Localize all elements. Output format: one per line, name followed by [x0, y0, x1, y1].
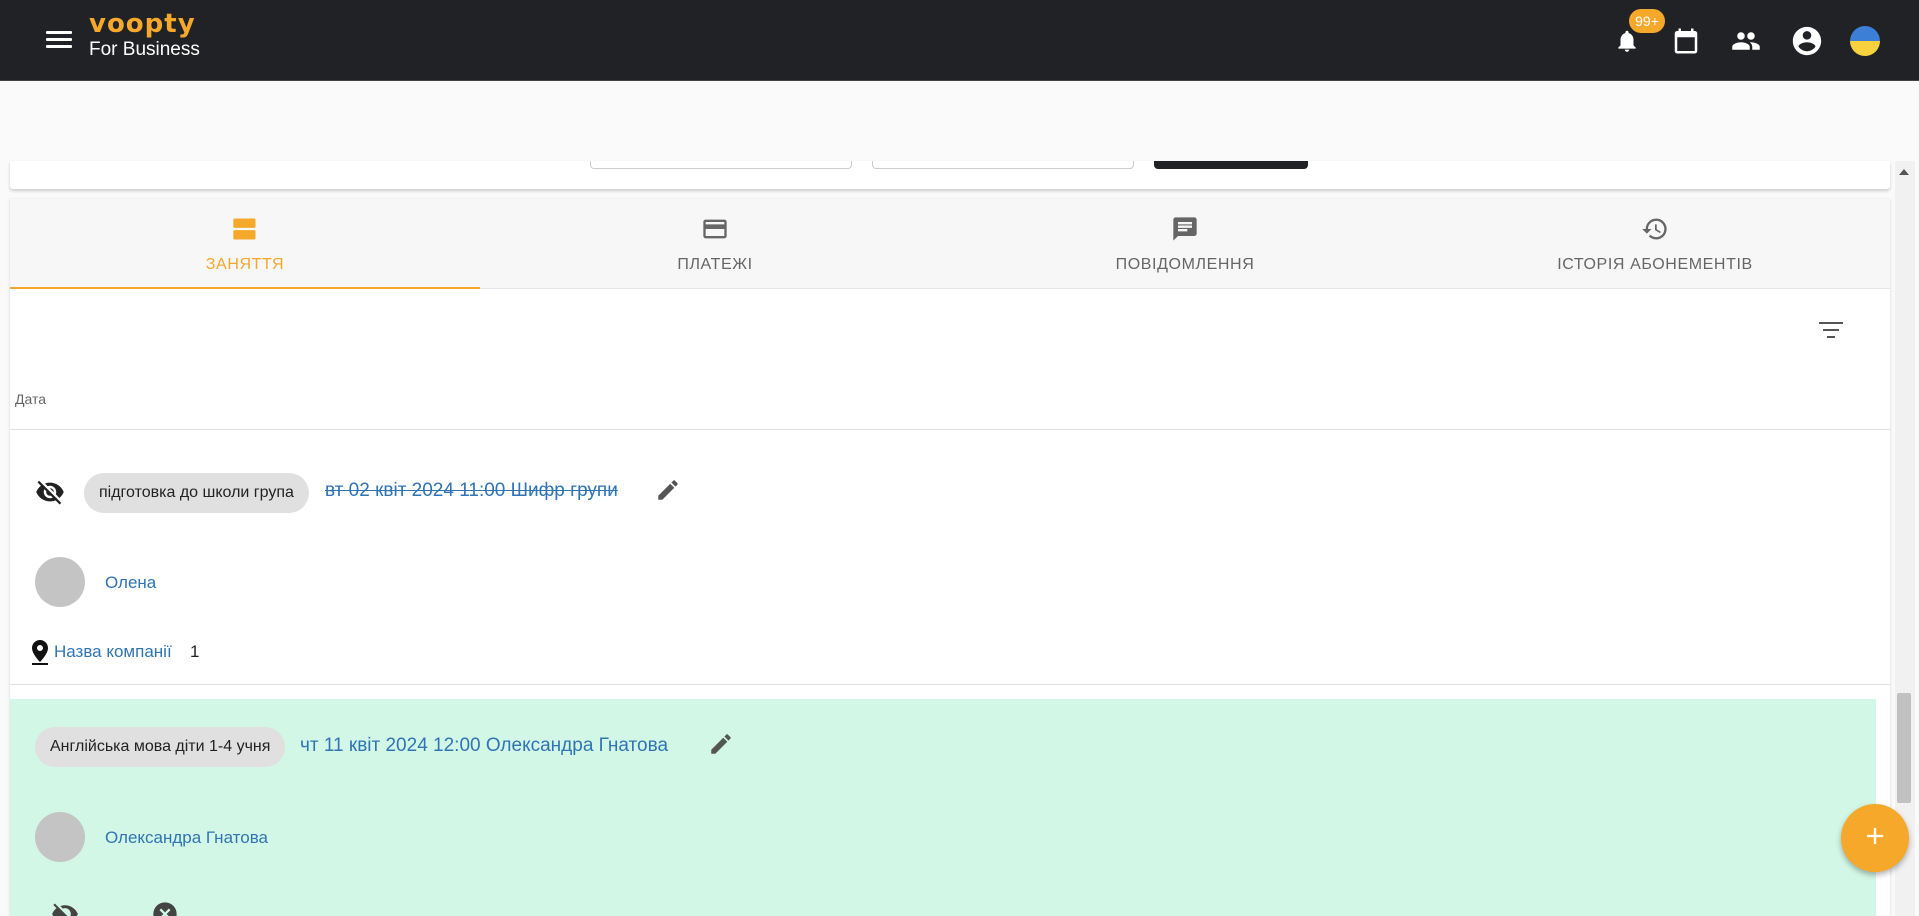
history-icon: [1641, 215, 1669, 248]
column-header-date: Дата: [15, 391, 47, 407]
group-chip[interactable]: Англійська мова діти 1-4 учня: [35, 727, 286, 767]
teacher-link[interactable]: Олена: [105, 573, 156, 593]
notification-badge: 99+: [1629, 9, 1665, 33]
tab-subscription-history[interactable]: ІСТОРІЯ АБОНЕМЕНТІВ: [1420, 199, 1890, 288]
filter-list-icon[interactable]: [1816, 318, 1846, 342]
location-pin-icon: [29, 639, 51, 665]
credit-card-icon: [701, 215, 729, 248]
brand-logo[interactable]: voopty For Business: [89, 10, 200, 62]
date-from-field[interactable]: [590, 161, 852, 169]
tab-messages[interactable]: ПОВІДОМЛЕННЯ: [950, 199, 1420, 288]
people-icon[interactable]: [1729, 24, 1763, 58]
filter-panel: [10, 161, 1890, 189]
tab-bar: ЗАНЯТТЯ ПЛАТЕЖІ ПОВІДОМЛЕННЯ ІСТОРІЯ АБО…: [10, 199, 1890, 289]
tab-lessons-label: ЗАНЯТТЯ: [205, 256, 285, 273]
avatar: [35, 557, 85, 607]
visibility-off-icon[interactable]: [33, 475, 67, 509]
participants-count: 1: [190, 642, 200, 661]
tab-lessons[interactable]: ЗАНЯТТЯ: [10, 199, 480, 289]
add-icon: [1861, 822, 1889, 855]
lesson-link[interactable]: вт 02 квіт 2024 11:00 Шифр групи: [325, 480, 618, 502]
visibility-off-icon[interactable]: [50, 899, 80, 916]
row-divider: [10, 684, 1890, 685]
add-lesson-button[interactable]: [1841, 804, 1909, 872]
tab-payments[interactable]: ПЛАТЕЖІ: [480, 199, 950, 288]
scroll-up-arrow[interactable]: [1899, 169, 1909, 175]
edit-icon[interactable]: [706, 729, 736, 759]
tab-messages-label: ПОВІДОМЛЕННЯ: [1115, 256, 1255, 273]
avatar: [35, 812, 85, 862]
account-icon[interactable]: [1790, 24, 1824, 58]
scrollbar-thumb[interactable]: [1897, 693, 1911, 803]
date-to-field[interactable]: [872, 161, 1134, 169]
tab-payments-label: ПЛАТЕЖІ: [677, 256, 753, 273]
lesson-row-highlighted: [10, 699, 1876, 916]
student-details-card: ЗАНЯТТЯ ПЛАТЕЖІ ПОВІДОМЛЕННЯ ІСТОРІЯ АБО…: [10, 199, 1890, 916]
calendar-icon[interactable]: [1669, 24, 1703, 58]
cancel-icon[interactable]: [150, 899, 180, 916]
edit-icon[interactable]: [653, 475, 683, 505]
brand-subtitle: For Business: [89, 39, 200, 60]
ukraine-flag-icon[interactable]: [1848, 24, 1882, 58]
header-divider: [10, 429, 1890, 430]
lesson-link[interactable]: чт 11 квіт 2024 12:00 Олександра Гнатова: [300, 735, 668, 757]
menu-icon[interactable]: [44, 28, 74, 52]
apply-filter-button[interactable]: [1154, 161, 1308, 169]
group-chip[interactable]: підготовка до школи група: [84, 473, 309, 513]
secondary-toolbar: [0, 81, 1919, 161]
location-link[interactable]: Назва компанії: [54, 642, 172, 662]
teacher-link[interactable]: Олександра Гнатова: [105, 828, 268, 848]
app-bar: voopty For Business 99+: [0, 0, 1919, 81]
brand-name: voopty: [89, 9, 196, 39]
tab-subscription-history-label: ІСТОРІЯ АБОНЕМЕНТІВ: [1557, 256, 1753, 273]
message-icon: [1171, 215, 1199, 248]
view-agenda-icon: [231, 215, 259, 248]
